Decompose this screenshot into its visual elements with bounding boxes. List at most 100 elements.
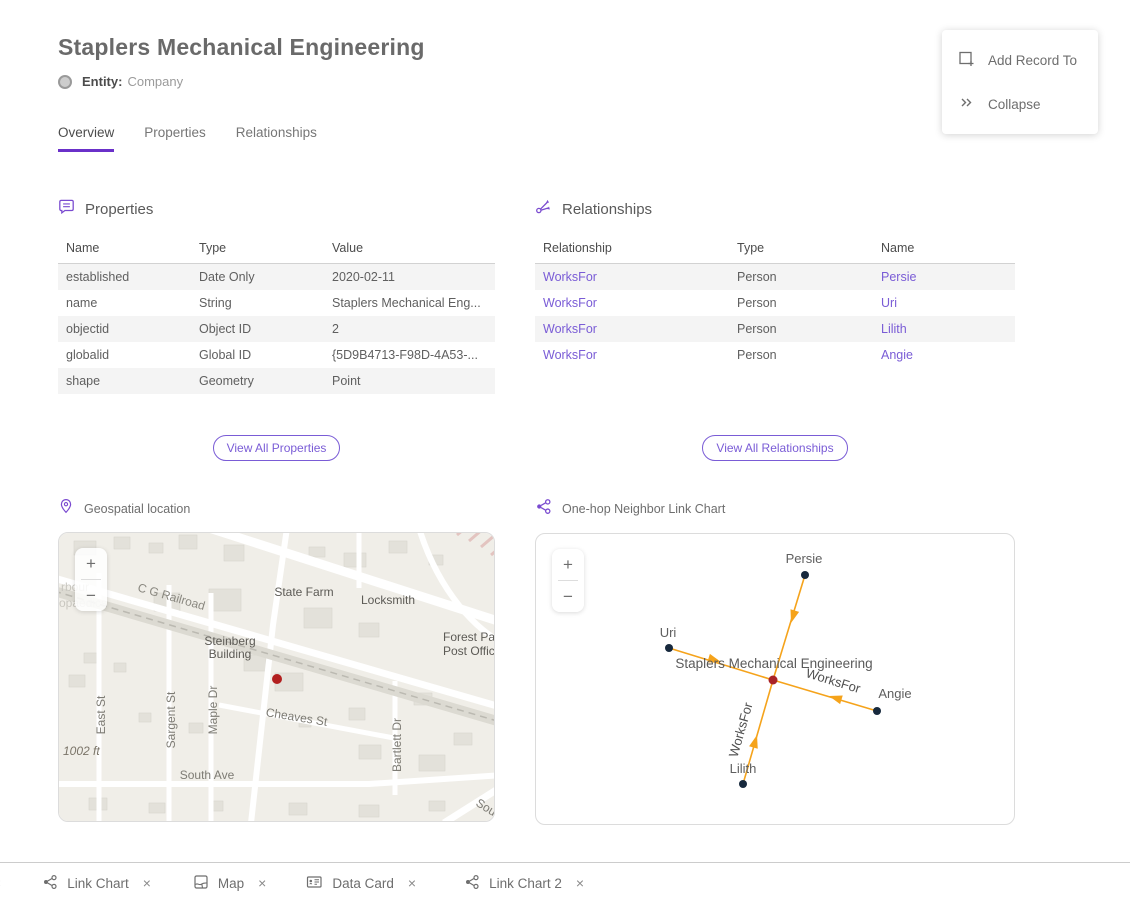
- relationship-link[interactable]: WorksFor: [543, 348, 597, 362]
- table-row[interactable]: objectid Object ID 2: [58, 316, 495, 342]
- relationships-col-name: Name: [873, 235, 1015, 264]
- close-tab-icon[interactable]: ×: [143, 875, 151, 891]
- property-type: Object ID: [191, 316, 324, 342]
- entity-label: Entity:: [82, 74, 122, 89]
- bottom-tab-link-chart-2[interactable]: Link Chart 2 ×: [464, 874, 584, 893]
- property-type: String: [191, 290, 324, 316]
- bottom-tab-label: Data Card: [332, 876, 394, 891]
- collapse-menu-item[interactable]: Collapse: [942, 82, 1098, 126]
- overview-content: Properties Name Type Value: [58, 198, 1072, 825]
- add-record-label: Add Record To: [988, 53, 1077, 68]
- view-all-relationships-button[interactable]: View All Relationships: [702, 435, 847, 461]
- properties-col-value: Value: [324, 235, 495, 264]
- tab-overview[interactable]: Overview: [58, 125, 114, 152]
- map-label-bartlett-dr: Bartlett Dr: [390, 718, 404, 772]
- relationship-type: Person: [729, 264, 873, 291]
- related-entity-link[interactable]: Uri: [881, 296, 897, 310]
- properties-icon: [58, 198, 75, 220]
- map-zoom-in-button[interactable]: +: [75, 548, 107, 579]
- link-chart-zoom-in-button[interactable]: +: [552, 549, 584, 580]
- relationships-section-title: Relationships: [562, 201, 652, 218]
- geospatial-panel: Geospatial location + −: [58, 498, 495, 822]
- table-row[interactable]: name String Staplers Mechanical Eng...: [58, 290, 495, 316]
- relationship-link[interactable]: WorksFor: [543, 296, 597, 310]
- add-record-icon: [958, 50, 975, 70]
- table-row[interactable]: shape Geometry Point: [58, 368, 495, 394]
- relationship-type: Person: [729, 342, 873, 368]
- map-zoom-out-button[interactable]: −: [75, 580, 107, 611]
- property-type: Geometry: [191, 368, 324, 394]
- link-chart-section-title: One-hop Neighbor Link Chart: [562, 502, 725, 516]
- map-canvas[interactable]: rbour opaedics C G Railroad State Farm L…: [59, 533, 494, 822]
- node-uri[interactable]: [665, 644, 673, 652]
- bottom-tab-bar: × Link Chart × Map × Data Card ×: [0, 862, 1130, 903]
- entity-type-dot-icon: [58, 75, 72, 89]
- node-persie[interactable]: [801, 571, 809, 579]
- link-chart-panel: One-hop Neighbor Link Chart + −: [535, 498, 1015, 825]
- view-all-properties-button[interactable]: View All Properties: [213, 435, 341, 461]
- node-label-persie: Persie: [786, 551, 823, 566]
- properties-col-type: Type: [191, 235, 324, 264]
- node-center-entity[interactable]: [769, 676, 778, 685]
- node-lilith[interactable]: [739, 780, 747, 788]
- table-row[interactable]: WorksFor Person Persie: [535, 264, 1015, 291]
- relationship-link[interactable]: WorksFor: [543, 322, 597, 336]
- map-label-state-farm: State Farm: [274, 585, 333, 599]
- map-card[interactable]: + −: [58, 532, 495, 822]
- map-scale-label: 1002 ft: [63, 744, 100, 758]
- link-chart-icon: [535, 498, 552, 520]
- map-label-maple-dr: Maple Dr: [206, 686, 220, 735]
- relationship-type: Person: [729, 290, 873, 316]
- property-name: objectid: [58, 316, 191, 342]
- close-tab-icon[interactable]: ×: [408, 875, 416, 891]
- map-label-steinberg-2: Building: [209, 647, 252, 661]
- bottom-tab-data-card[interactable]: Data Card ×: [306, 874, 416, 893]
- close-tab-icon[interactable]: ×: [576, 875, 584, 891]
- relationships-table: Relationship Type Name WorksFor Person: [535, 235, 1015, 368]
- bottom-tab-label: Link Chart 2: [489, 876, 562, 891]
- bottom-tab-label: Map: [218, 876, 244, 891]
- link-chart-zoom-out-button[interactable]: −: [552, 581, 584, 612]
- map-entity-marker[interactable]: [272, 674, 282, 684]
- related-entity-link[interactable]: Angie: [881, 348, 913, 362]
- data-card-page: Staplers Mechanical Engineering Entity: …: [0, 0, 1130, 903]
- bottom-tab-link-chart[interactable]: Link Chart ×: [42, 874, 151, 893]
- map-pin-icon: [58, 498, 74, 519]
- related-entity-link[interactable]: Persie: [881, 270, 916, 284]
- link-chart-icon: [42, 874, 58, 893]
- table-row[interactable]: established Date Only 2020-02-11: [58, 264, 495, 291]
- map-label-locksmith: Locksmith: [361, 593, 415, 607]
- node-label-lilith: Lilith: [730, 761, 757, 776]
- relationship-link[interactable]: WorksFor: [543, 270, 597, 284]
- map-label-forest-2: Post Offic: [443, 644, 494, 658]
- link-chart-card[interactable]: + −: [535, 533, 1015, 825]
- table-row[interactable]: WorksFor Person Uri: [535, 290, 1015, 316]
- node-label-center: Staplers Mechanical Engineering: [675, 656, 872, 671]
- tab-properties[interactable]: Properties: [144, 125, 206, 152]
- relationships-table-body: WorksFor Person Persie WorksFor Person U…: [535, 264, 1015, 369]
- properties-col-name: Name: [58, 235, 191, 264]
- related-entity-link[interactable]: Lilith: [881, 322, 907, 336]
- link-chart-canvas[interactable]: WorksFor WorksFor Persi: [536, 534, 1011, 825]
- close-tab-icon[interactable]: ×: [258, 875, 266, 891]
- tab-relationships[interactable]: Relationships: [236, 125, 317, 152]
- action-menu: Add Record To Collapse: [942, 30, 1098, 134]
- map-zoom-control: + −: [75, 548, 107, 611]
- property-value: 2: [324, 316, 495, 342]
- properties-panel: Properties Name Type Value: [58, 198, 495, 498]
- bottom-tab-map[interactable]: Map ×: [193, 874, 266, 893]
- node-angie[interactable]: [873, 707, 881, 715]
- table-row[interactable]: globalid Global ID {5D9B4713-F98D-4A53-.…: [58, 342, 495, 368]
- property-type: Date Only: [191, 264, 324, 291]
- table-row[interactable]: WorksFor Person Lilith: [535, 316, 1015, 342]
- link-chart-zoom-control: + −: [552, 549, 584, 612]
- collapse-label: Collapse: [988, 97, 1041, 112]
- map-label-steinberg-1: Steinberg: [204, 634, 255, 648]
- overflow-tab-close-icon[interactable]: ×: [0, 875, 1, 891]
- add-record-to-menu-item[interactable]: Add Record To: [942, 38, 1098, 82]
- entity-value: Company: [127, 74, 183, 89]
- data-card-icon: [306, 874, 323, 893]
- property-value: {5D9B4713-F98D-4A53-...: [324, 342, 495, 368]
- table-row[interactable]: WorksFor Person Angie: [535, 342, 1015, 368]
- relationships-col-relationship: Relationship: [535, 235, 729, 264]
